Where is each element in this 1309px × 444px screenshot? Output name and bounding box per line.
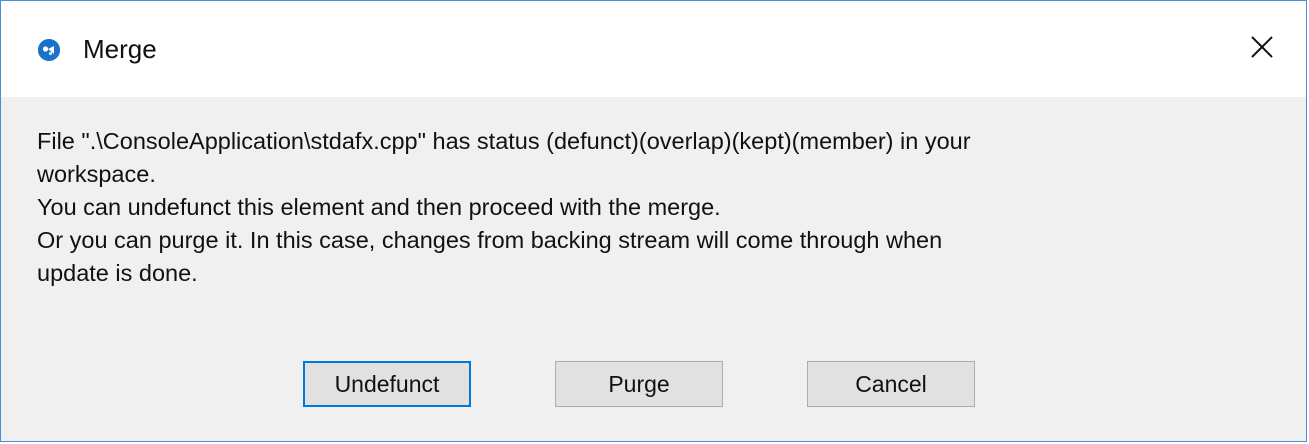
title-bar[interactable]: Merge bbox=[1, 1, 1306, 97]
message-line: You can undefunct this element and then … bbox=[37, 194, 721, 220]
close-icon bbox=[1250, 35, 1274, 64]
message-text: File ".\ConsoleApplication\stdafx.cpp" h… bbox=[37, 125, 1277, 290]
merge-app-icon bbox=[38, 39, 60, 61]
message-line: workspace. bbox=[37, 161, 156, 187]
message-line: Or you can purge it. In this case, chang… bbox=[37, 227, 943, 253]
purge-button[interactable]: Purge bbox=[555, 361, 723, 407]
merge-dialog: Merge File ".\ConsoleApplication\stdafx.… bbox=[0, 0, 1307, 442]
message-line: File ".\ConsoleApplication\stdafx.cpp" h… bbox=[37, 128, 971, 154]
undefunct-button[interactable]: Undefunct bbox=[303, 361, 471, 407]
message-line: update is done. bbox=[37, 260, 198, 286]
window-title: Merge bbox=[83, 34, 157, 64]
close-button[interactable] bbox=[1240, 27, 1284, 71]
cancel-button[interactable]: Cancel bbox=[807, 361, 975, 407]
